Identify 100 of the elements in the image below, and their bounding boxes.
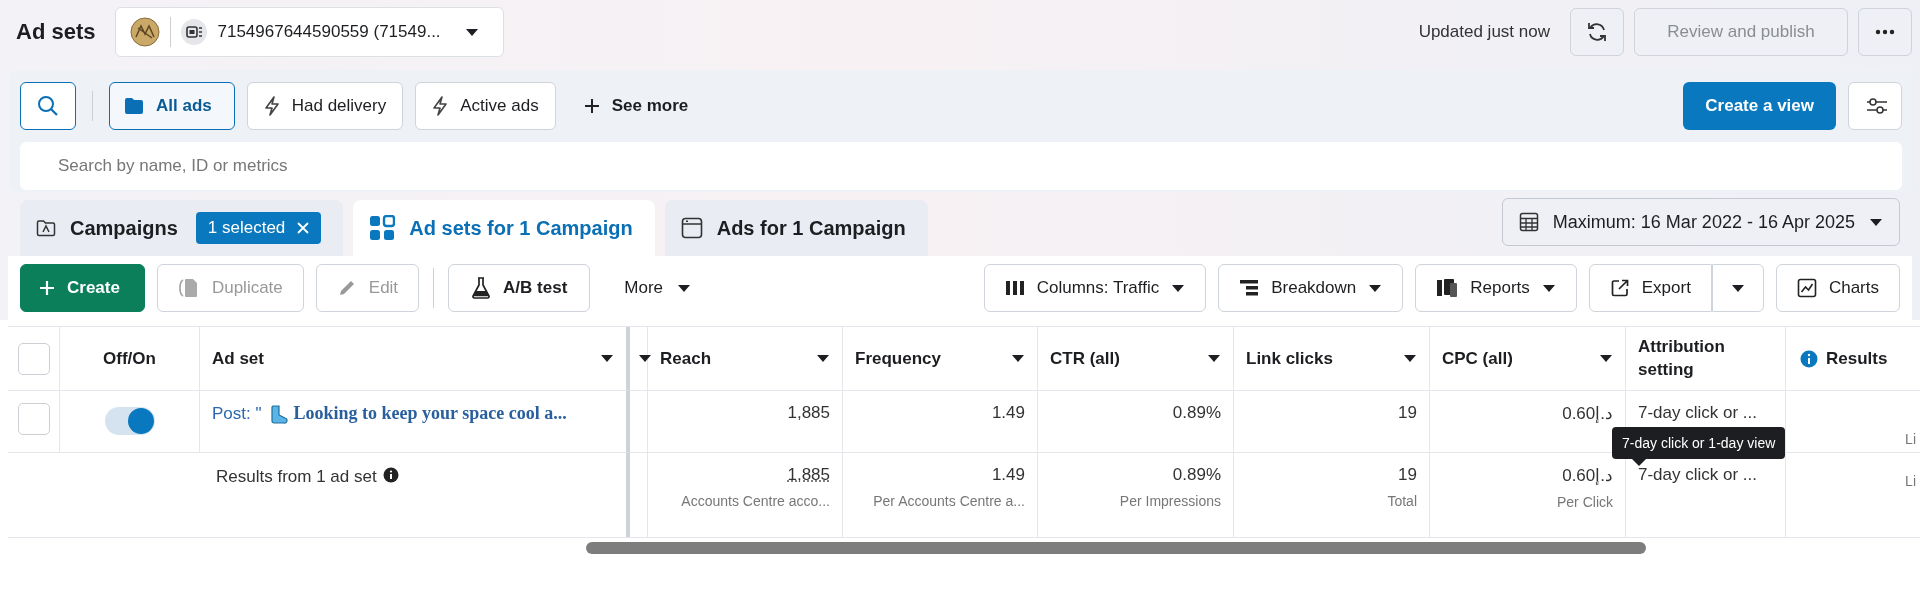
table-cell: 0.89% xyxy=(1172,465,1221,485)
table-cell: 1,885 xyxy=(787,403,830,423)
columns-icon xyxy=(1004,280,1025,296)
grid-icon xyxy=(369,215,396,241)
column-header[interactable]: CPC (all) xyxy=(1442,348,1513,369)
caret-icon xyxy=(1730,283,1745,293)
filter-chip[interactable]: All ads xyxy=(109,82,235,130)
breakdown-icon xyxy=(1239,279,1260,297)
summary-label: Results from 1 ad set xyxy=(216,467,377,487)
column-header[interactable]: Frequency xyxy=(855,348,941,369)
plus-icon xyxy=(583,98,600,114)
plus-icon xyxy=(39,280,55,296)
table-cell: 7-day click or ... xyxy=(1638,465,1758,485)
ab-test-button[interactable]: A/B test xyxy=(448,264,591,312)
close-icon xyxy=(297,222,310,234)
lightning-icon xyxy=(432,96,449,116)
sort-caret-icon xyxy=(638,354,652,363)
refresh-button[interactable] xyxy=(1570,8,1624,56)
flask-icon xyxy=(471,277,492,299)
reports-button[interactable]: Reports xyxy=(1415,264,1577,312)
column-header[interactable]: CTR (all) xyxy=(1050,348,1120,369)
update-status: Updated just now xyxy=(1418,22,1550,42)
cell-caption: Per Accounts Centre a... xyxy=(873,493,1025,509)
column-header[interactable]: Reach xyxy=(660,348,712,369)
see-more-button[interactable]: See more xyxy=(567,82,705,130)
sliders-icon xyxy=(1865,96,1889,116)
calendar-icon xyxy=(1518,212,1539,232)
column-header[interactable]: Attribution setting xyxy=(1638,336,1748,381)
caret-icon xyxy=(1171,283,1186,293)
card-icon xyxy=(181,19,208,45)
date-range-picker[interactable]: Maximum: 16 Mar 2022 - 16 Apr 2025 xyxy=(1501,198,1900,246)
export-button[interactable]: Export xyxy=(1588,264,1712,312)
checkbox[interactable] xyxy=(17,342,50,375)
filter-chip[interactable]: Active ads xyxy=(415,82,556,130)
breakdown-button[interactable]: Breakdown xyxy=(1218,264,1404,312)
caret-icon xyxy=(1368,283,1383,293)
table-cell: 1,885 xyxy=(787,465,830,485)
refresh-icon xyxy=(1586,21,1608,43)
account-selector[interactable]: 7154967644590559 (71549... xyxy=(115,7,504,57)
page-title: Ad sets xyxy=(16,19,96,45)
column-header[interactable]: Results xyxy=(1826,348,1888,369)
cell-caption: Total xyxy=(1387,493,1417,509)
table-cell: 1.49 xyxy=(991,403,1025,423)
sort-caret-icon xyxy=(1011,354,1025,363)
table-cell: 1.49 xyxy=(991,465,1025,485)
cell-caption: Accounts Centre acco... xyxy=(681,493,830,509)
filter-chip[interactable]: Had delivery xyxy=(246,82,404,130)
cell-caption: Li xyxy=(1905,473,1916,489)
view-settings-button[interactable] xyxy=(1848,82,1902,130)
more-options-button[interactable] xyxy=(1858,8,1912,56)
column-header[interactable]: Ad set xyxy=(212,348,264,369)
sort-caret-icon xyxy=(1599,354,1613,363)
toggle-switch[interactable] xyxy=(104,407,155,435)
tab[interactable]: Ad sets for 1 Campaign xyxy=(353,200,655,256)
folder-icon xyxy=(124,97,144,115)
export-icon xyxy=(1609,278,1630,298)
search-field[interactable]: Search by name, ID or metrics xyxy=(20,142,1902,190)
create-view-button[interactable]: Create a view xyxy=(1683,82,1836,130)
caret-icon xyxy=(1869,217,1883,227)
export-options-button[interactable] xyxy=(1711,264,1764,312)
cell-caption: Li xyxy=(1905,431,1916,447)
window-icon xyxy=(680,217,703,239)
tooltip-text: 7-day click or 1-day view xyxy=(1612,427,1786,459)
caret-icon xyxy=(1541,283,1556,293)
documents-icon xyxy=(177,277,200,299)
clear-selection-button[interactable]: 1 selected xyxy=(195,212,322,244)
checkbox[interactable] xyxy=(17,403,50,435)
sort-caret-icon xyxy=(600,354,614,363)
cell-caption: Per Click xyxy=(1557,494,1613,510)
search-button[interactable] xyxy=(20,82,76,130)
caret-icon xyxy=(464,27,479,37)
info-icon xyxy=(382,467,399,483)
table-cell: د.إ0.60 xyxy=(1562,403,1613,424)
tab[interactable]: Campaigns 1 selected xyxy=(20,200,344,256)
search-icon xyxy=(37,95,59,117)
scrollbar[interactable] xyxy=(586,542,1646,554)
column-header[interactable]: Link clicks xyxy=(1246,348,1333,369)
table-cell: د.إ0.60 xyxy=(1562,465,1613,486)
columns-button[interactable]: Columns: Traffic xyxy=(983,264,1207,312)
logo-icon xyxy=(130,17,161,47)
pointer-icon xyxy=(1632,459,1646,466)
cell-caption: Per Impressions xyxy=(1119,493,1221,509)
more-icon xyxy=(1875,29,1895,35)
info-icon xyxy=(1800,349,1818,368)
reports-icon xyxy=(1436,278,1459,298)
lightning-icon xyxy=(263,96,280,116)
sort-caret-icon xyxy=(1403,354,1417,363)
table-cell: 19 xyxy=(1398,403,1417,423)
table-cell: 0.89% xyxy=(1172,403,1221,423)
caret-icon xyxy=(677,283,692,293)
column-header[interactable]: Off/On xyxy=(103,348,156,369)
ad-set-link[interactable]: Post: " Looking to keep your space cool a... xyxy=(212,403,567,424)
table-cell: 19 xyxy=(1398,465,1417,485)
chart-icon xyxy=(1796,278,1817,298)
folder-icon xyxy=(36,219,56,237)
sort-caret-icon xyxy=(816,354,830,363)
charts-button[interactable]: Charts xyxy=(1775,264,1900,312)
table-cell: 7-day click or ... xyxy=(1638,403,1758,423)
tab[interactable]: Ads for 1 Campaign xyxy=(664,200,928,256)
create-button[interactable]: Create xyxy=(20,264,145,312)
